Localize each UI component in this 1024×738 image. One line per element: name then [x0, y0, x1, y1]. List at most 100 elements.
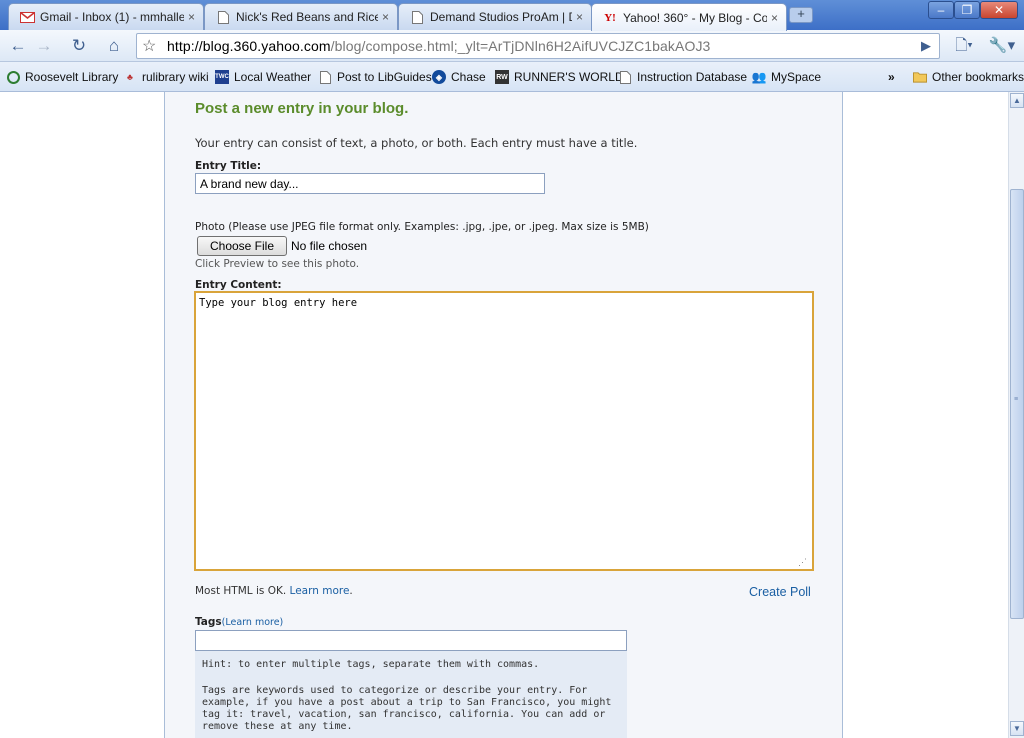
scroll-down-arrow-icon: ▼: [1013, 724, 1021, 733]
tags-hint-box: Hint: to enter multiple tags, separate t…: [195, 651, 627, 738]
photo-label: Photo (Please use JPEG file format only.…: [195, 221, 649, 233]
scroll-down-button[interactable]: ▼: [1010, 721, 1024, 736]
url-host: http://blog.360.yahoo.com: [167, 38, 331, 54]
entry-title-input[interactable]: [195, 173, 545, 194]
close-icon[interactable]: ×: [576, 10, 583, 24]
chase-icon: ◈: [432, 70, 446, 84]
plant-icon: ♣: [127, 72, 133, 82]
myspace-icon: 👥: [751, 70, 767, 84]
new-tab-button[interactable]: +: [789, 7, 813, 23]
url-text: http://blog.360.yahoo.com/blog/compose.h…: [167, 38, 710, 54]
back-button[interactable]: ←: [6, 34, 30, 58]
tools-menu-button[interactable]: 🔧▾: [986, 34, 1018, 58]
scroll-up-button[interactable]: ▲: [1010, 93, 1024, 108]
twc-icon: TWC: [215, 70, 229, 84]
bookmark-local-weather[interactable]: TWC Local Weather: [215, 69, 311, 85]
bookmark-instruction-database[interactable]: Instruction Database: [618, 69, 747, 85]
address-bar[interactable]: ☆ http://blog.360.yahoo.com/blog/compose…: [136, 33, 940, 59]
page-icon: [318, 70, 332, 84]
reload-icon: ↻: [71, 36, 87, 55]
bookmark-label: RUNNER'S WORLD: [514, 70, 624, 84]
tab-gmail[interactable]: Gmail - Inbox (1) - mmhalle... ×: [8, 3, 204, 30]
tags-label: Tags: [195, 616, 222, 628]
period: .: [349, 585, 353, 597]
choose-file-button[interactable]: Choose File: [197, 236, 287, 256]
learn-more-link[interactable]: Learn more: [290, 585, 350, 597]
play-icon: ▶: [921, 38, 931, 53]
html-ok-note: Most HTML is OK. Learn more.: [195, 585, 353, 597]
close-icon[interactable]: ×: [188, 10, 195, 24]
star-icon[interactable]: ☆: [142, 36, 156, 56]
close-window-button[interactable]: ✕: [980, 1, 1018, 19]
close-icon[interactable]: ×: [382, 10, 389, 24]
wrench-icon: 🔧▾: [988, 37, 1016, 54]
bookmark-rulibrary-wiki[interactable]: ♣ rulibrary wiki: [123, 69, 209, 85]
scroll-thumb[interactable]: ≡: [1010, 189, 1024, 619]
url-path: /blog/compose.html;_ylt=ArTjDNln6H2AifUV…: [330, 38, 711, 54]
page-menu-icon: 🗋▾: [955, 37, 973, 54]
tags-label-row: Tags(Learn more): [195, 616, 283, 628]
maximize-button[interactable]: ❐: [954, 1, 980, 19]
page-menu-button[interactable]: 🗋▾: [950, 34, 978, 58]
tab-title: Nick's Red Beans and Rice ...: [236, 10, 378, 24]
minimize-button[interactable]: –: [928, 1, 954, 19]
page-icon: [409, 10, 425, 24]
preview-hint: Click Preview to see this photo.: [195, 258, 360, 270]
tags-hint: Hint: to enter multiple tags, separate t…: [202, 659, 540, 670]
tab-strip: Gmail - Inbox (1) - mmhalle... × Nick's …: [0, 0, 1024, 31]
close-icon[interactable]: ×: [771, 11, 778, 25]
tab-title: Gmail - Inbox (1) - mmhalle...: [40, 10, 184, 24]
entry-content-textarea[interactable]: Type your blog entry here: [194, 291, 814, 571]
compose-panel: Post a new entry in your blog. Your entr…: [164, 92, 843, 738]
bookmark-roosevelt-library[interactable]: Roosevelt Library: [7, 69, 118, 85]
vertical-scrollbar[interactable]: ▲ ≡ ▼: [1008, 92, 1024, 738]
home-button[interactable]: ⌂: [102, 34, 126, 58]
other-bookmarks-button[interactable]: Other bookmarks: [913, 69, 1024, 85]
entry-title-label: Entry Title:: [195, 160, 262, 172]
no-file-chosen-text: No file chosen: [291, 239, 368, 253]
yahoo-icon: Y!: [604, 11, 616, 24]
tab-red-beans[interactable]: Nick's Red Beans and Rice ... ×: [204, 3, 398, 30]
home-icon: ⌂: [108, 36, 120, 55]
roosevelt-library-icon: [7, 70, 20, 84]
tab-demand-studios[interactable]: Demand Studios ProAm | D... ×: [398, 3, 592, 30]
rw-icon: RW: [495, 70, 509, 84]
bookmark-label: Chase: [451, 70, 486, 84]
page-title: Post a new entry in your blog.: [195, 100, 409, 117]
bookmark-label: Post to LibGuides: [337, 70, 432, 84]
tags-input[interactable]: [195, 630, 627, 651]
scroll-up-arrow-icon: ▲: [1013, 96, 1021, 105]
bookmarks-bar: Roosevelt Library ♣ rulibrary wiki TWC Loc…: [0, 62, 1024, 92]
browser-chrome: Gmail - Inbox (1) - mmhalle... × Nick's …: [0, 0, 1024, 92]
tags-description: Tags are keywords used to categorize or …: [202, 685, 612, 732]
gmail-icon: [19, 10, 35, 24]
bookmark-label: Instruction Database: [637, 70, 748, 84]
bookmark-label: Roosevelt Library: [25, 70, 119, 84]
bookmark-label: Local Weather: [234, 70, 312, 84]
resize-grip-icon[interactable]: ⋰: [798, 557, 807, 568]
bookmark-label: MySpace: [771, 70, 822, 84]
go-button[interactable]: ▶: [914, 34, 938, 58]
browser-toolbar: ← → ↻ ⌂ ☆ http://blog.360.yahoo.com/blog…: [0, 30, 1024, 62]
folder-icon: [913, 70, 927, 84]
forward-arrow-icon: →: [35, 36, 53, 55]
intro-text: Your entry can consist of text, a photo,…: [195, 136, 638, 150]
entry-content-label: Entry Content:: [195, 279, 282, 291]
forward-button[interactable]: →: [32, 34, 56, 58]
bookmark-myspace[interactable]: 👥 MySpace: [751, 69, 822, 85]
reload-button[interactable]: ↻: [67, 34, 91, 58]
bookmarks-overflow-button[interactable]: »: [888, 69, 895, 85]
tab-title: Demand Studios ProAm | D...: [430, 10, 572, 24]
tags-learn-more-link[interactable]: (Learn more): [222, 617, 284, 628]
bookmark-post-to-libguides[interactable]: Post to LibGuides: [318, 69, 432, 85]
html-ok-text: Most HTML is OK.: [195, 585, 287, 597]
create-poll-link[interactable]: Create Poll: [749, 585, 811, 599]
page-viewport: Post a new entry in your blog. Your entr…: [0, 92, 1008, 738]
bookmark-chase[interactable]: ◈ Chase: [432, 69, 486, 85]
grip-icon: ≡: [1014, 396, 1019, 403]
tab-title: Yahoo! 360° - My Blog - Co...: [623, 10, 767, 25]
tab-yahoo-360[interactable]: Y! Yahoo! 360° - My Blog - Co... ×: [591, 3, 787, 31]
back-arrow-icon: ←: [9, 36, 27, 55]
page-icon: [215, 10, 231, 24]
bookmark-runners-world[interactable]: RW RUNNER'S WORLD: [495, 69, 624, 85]
